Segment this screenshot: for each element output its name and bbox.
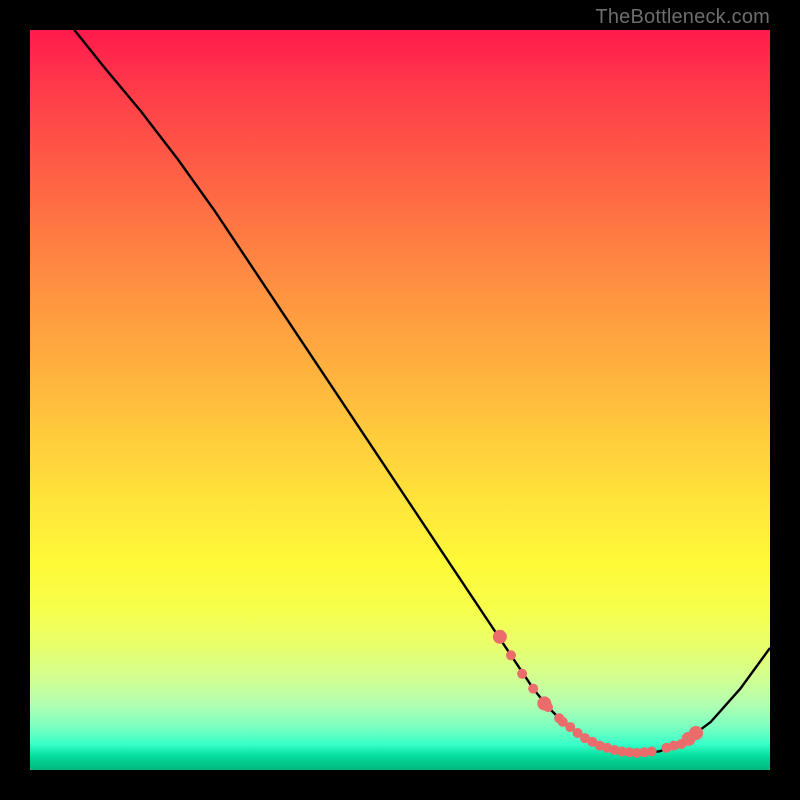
watermark-text: TheBottleneck.com xyxy=(595,6,770,29)
marker-dot xyxy=(517,669,527,679)
curve-markers xyxy=(493,630,703,758)
marker-dot xyxy=(543,702,553,712)
chart-frame: TheBottleneck.com xyxy=(0,0,800,800)
chart-svg xyxy=(30,30,770,770)
plot-area xyxy=(30,30,770,770)
marker-dot xyxy=(493,630,507,644)
marker-dot xyxy=(528,684,538,694)
marker-dot xyxy=(647,747,657,757)
bottleneck-curve xyxy=(74,30,770,753)
marker-dot xyxy=(506,650,516,660)
marker-dot xyxy=(689,726,703,740)
